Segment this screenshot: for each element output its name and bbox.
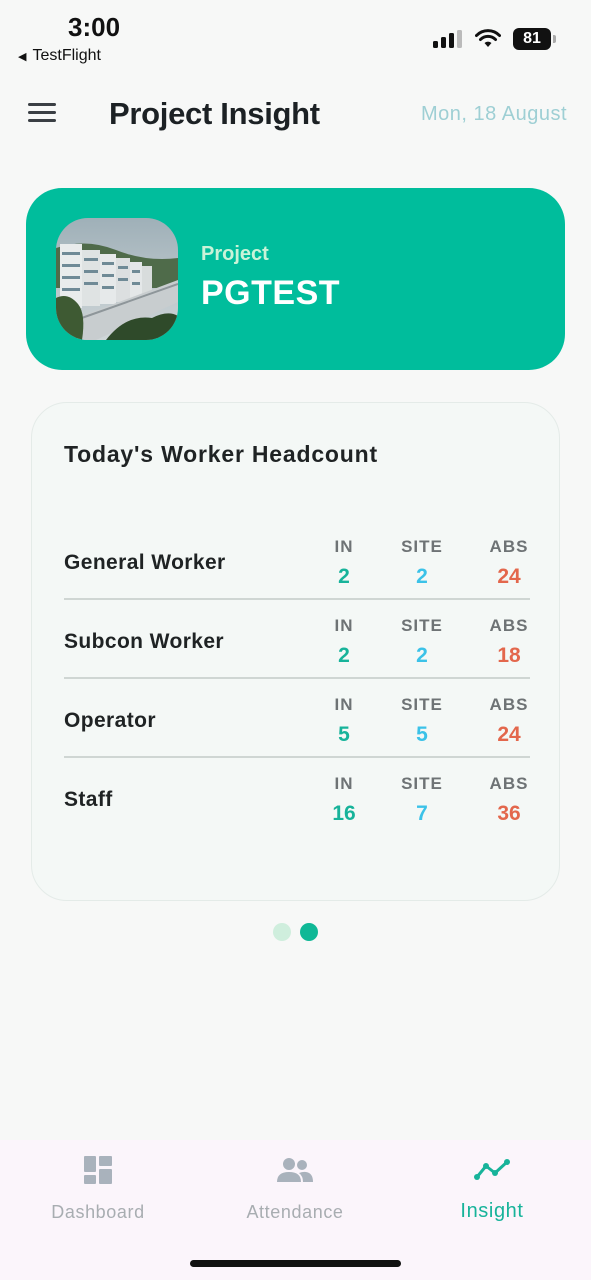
in-column: IN 16 (314, 774, 374, 826)
site-column: SITE 2 (392, 537, 452, 589)
project-label: Project (201, 243, 269, 265)
nav-item-insight[interactable]: Insight (402, 1154, 582, 1223)
worker-type-label: Staff (64, 788, 113, 811)
header-date: Mon, 18 August (421, 103, 567, 125)
in-column: IN 2 (314, 537, 374, 589)
worker-type-label: General Worker (64, 551, 226, 574)
wifi-icon (475, 29, 501, 47)
back-to-app-link[interactable]: ◀ TestFlight (18, 47, 101, 65)
site-value: 2 (416, 644, 428, 667)
in-header: IN (334, 695, 354, 714)
abs-column: ABS 36 (479, 774, 539, 826)
project-card[interactable]: Project PGTEST (26, 188, 565, 370)
nav-item-attendance[interactable]: Attendance (205, 1154, 385, 1223)
in-column: IN 2 (314, 616, 374, 668)
site-header: SITE (401, 774, 443, 793)
bottom-nav: Dashboard Attendance Insight (0, 1140, 591, 1280)
trend-line-icon (474, 1159, 510, 1180)
in-value: 16 (332, 802, 356, 825)
cellular-signal-icon (433, 30, 462, 48)
nav-item-dashboard[interactable]: Dashboard (8, 1154, 188, 1223)
dashboard-icon (84, 1156, 112, 1184)
people-icon (277, 1158, 313, 1182)
site-header: SITE (401, 537, 443, 556)
battery-icon: 81 (513, 28, 556, 50)
worker-type-label: Subcon Worker (64, 630, 225, 653)
site-header: SITE (401, 695, 443, 714)
worker-type-label: Operator (64, 709, 156, 732)
in-column: IN 5 (314, 695, 374, 747)
page-title: Project Insight (109, 96, 320, 131)
in-value: 2 (338, 565, 350, 588)
site-column: SITE 7 (392, 774, 452, 826)
nav-label-attendance: Attendance (246, 1202, 344, 1222)
abs-header: ABS (489, 695, 529, 714)
page-dot-1[interactable] (273, 923, 291, 941)
headcount-table: General Worker IN 2 SITE 2 ABS 24 Subcon… (64, 521, 530, 837)
in-value: 2 (338, 644, 350, 667)
headcount-row: Staff IN 16 SITE 7 ABS 36 (64, 758, 530, 837)
status-bar: 3:00 ◀ TestFlight 81 (0, 0, 591, 72)
in-value: 5 (338, 723, 350, 746)
abs-column: ABS 18 (479, 616, 539, 668)
in-header: IN (334, 616, 354, 635)
back-triangle-icon: ◀ (18, 50, 27, 63)
site-column: SITE 5 (392, 695, 452, 747)
in-header: IN (334, 774, 354, 793)
page-indicator (273, 923, 318, 941)
headcount-card: Today's Worker Headcount General Worker … (31, 402, 560, 901)
abs-header: ABS (489, 537, 529, 556)
menu-button[interactable] (28, 103, 58, 125)
abs-column: ABS 24 (479, 695, 539, 747)
nav-label-dashboard: Dashboard (51, 1202, 145, 1222)
abs-value: 24 (497, 565, 521, 588)
headcount-row: Operator IN 5 SITE 5 ABS 24 (64, 679, 530, 758)
abs-header: ABS (489, 774, 529, 793)
back-app-label: TestFlight (32, 47, 101, 64)
status-time: 3:00 (68, 12, 121, 42)
abs-value: 24 (497, 723, 521, 746)
abs-column: ABS 24 (479, 537, 539, 589)
page-dot-2-active[interactable] (300, 923, 318, 941)
site-value: 5 (416, 723, 428, 746)
app-header: Project Insight Mon, 18 August (0, 90, 591, 140)
site-value: 7 (416, 802, 428, 825)
hamburger-icon (28, 103, 56, 106)
project-photo (56, 218, 178, 340)
headcount-row: Subcon Worker IN 2 SITE 2 ABS 18 (64, 600, 530, 679)
nav-label-insight: Insight (460, 1200, 524, 1222)
headcount-row: General Worker IN 2 SITE 2 ABS 24 (64, 521, 530, 600)
abs-header: ABS (489, 616, 529, 635)
abs-value: 36 (497, 802, 521, 825)
in-header: IN (334, 537, 354, 556)
headcount-title: Today's Worker Headcount (64, 441, 378, 467)
site-value: 2 (416, 565, 428, 588)
home-indicator (190, 1260, 401, 1267)
status-icons: 81 (433, 28, 556, 50)
battery-level: 81 (523, 30, 541, 47)
abs-value: 18 (497, 644, 521, 667)
site-column: SITE 2 (392, 616, 452, 668)
site-header: SITE (401, 616, 443, 635)
project-name: PGTEST (201, 274, 341, 312)
